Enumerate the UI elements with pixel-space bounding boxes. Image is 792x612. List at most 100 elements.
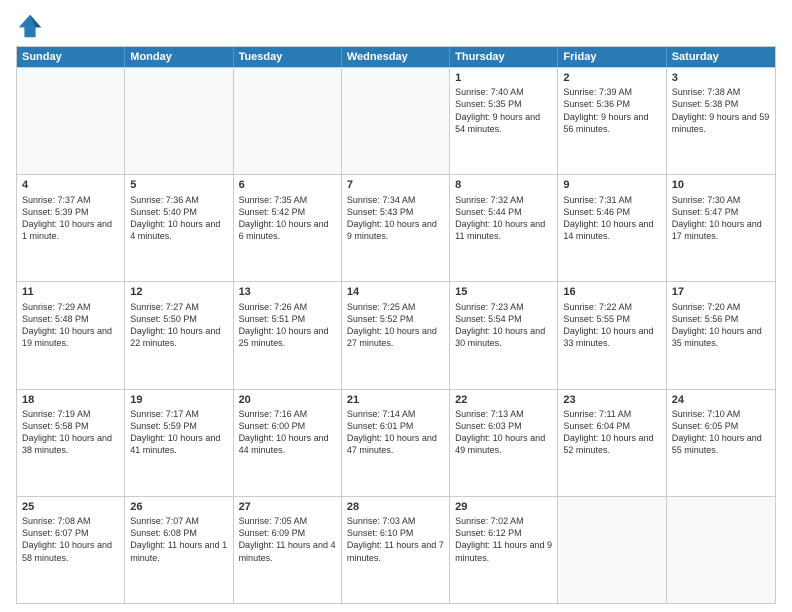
day-cell-empty-0-3	[342, 68, 450, 174]
day-cell-26: 26Sunrise: 7:07 AM Sunset: 6:08 PM Dayli…	[125, 497, 233, 603]
day-info: Sunrise: 7:39 AM Sunset: 5:36 PM Dayligh…	[563, 86, 660, 135]
day-info: Sunrise: 7:16 AM Sunset: 6:00 PM Dayligh…	[239, 408, 336, 457]
day-cell-18: 18Sunrise: 7:19 AM Sunset: 5:58 PM Dayli…	[17, 390, 125, 496]
day-info: Sunrise: 7:13 AM Sunset: 6:03 PM Dayligh…	[455, 408, 552, 457]
day-number: 19	[130, 393, 227, 407]
day-cell-16: 16 Sunrise: 7:22 AM Sunset: 5:55 PM Dayli…	[558, 282, 666, 388]
day-cell-10: 10 Sunrise: 7:30 AM Sunset: 5:47 PM Dayli…	[667, 175, 775, 281]
day-number: 26	[130, 500, 227, 514]
day-cell-28: 28Sunrise: 7:03 AM Sunset: 6:10 PM Dayli…	[342, 497, 450, 603]
day-info: Sunrise: 7:34 AM Sunset: 5:43 PM Dayligh…	[347, 194, 444, 243]
header	[16, 12, 776, 40]
day-info: Sunrise: 7:11 AM Sunset: 6:04 PM Dayligh…	[563, 408, 660, 457]
day-info: Sunrise: 7:07 AM Sunset: 6:08 PM Dayligh…	[130, 515, 227, 564]
day-cell-24: 24Sunrise: 7:10 AM Sunset: 6:05 PM Dayli…	[667, 390, 775, 496]
day-number: 25	[22, 500, 119, 514]
day-number: 27	[239, 500, 336, 514]
day-cell-17: 17 Sunrise: 7:20 AM Sunset: 5:56 PM Dayli…	[667, 282, 775, 388]
day-info: Sunrise: 7:23 AM Sunset: 5:54 PM Dayligh…	[455, 301, 552, 350]
day-info: Sunrise: 7:03 AM Sunset: 6:10 PM Dayligh…	[347, 515, 444, 564]
day-number: 7	[347, 178, 444, 192]
calendar-body: 1Sunrise: 7:40 AM Sunset: 5:35 PM Daylig…	[17, 67, 775, 603]
day-info: Sunrise: 7:08 AM Sunset: 6:07 PM Dayligh…	[22, 515, 119, 564]
day-number: 2	[563, 71, 660, 85]
header-cell-sunday: Sunday	[17, 47, 125, 67]
logo	[16, 12, 48, 40]
day-number: 5	[130, 178, 227, 192]
day-number: 17	[672, 285, 770, 299]
header-cell-monday: Monday	[125, 47, 233, 67]
day-cell-empty-4-5	[558, 497, 666, 603]
day-number: 22	[455, 393, 552, 407]
day-cell-7: 7 Sunrise: 7:34 AM Sunset: 5:43 PM Daylig…	[342, 175, 450, 281]
header-cell-wednesday: Wednesday	[342, 47, 450, 67]
page: SundayMondayTuesdayWednesdayThursdayFrid…	[0, 0, 792, 612]
day-number: 29	[455, 500, 552, 514]
day-info: Sunrise: 7:19 AM Sunset: 5:58 PM Dayligh…	[22, 408, 119, 457]
day-number: 6	[239, 178, 336, 192]
day-info: Sunrise: 7:35 AM Sunset: 5:42 PM Dayligh…	[239, 194, 336, 243]
calendar-row-3: 18Sunrise: 7:19 AM Sunset: 5:58 PM Dayli…	[17, 389, 775, 496]
day-cell-empty-0-1	[125, 68, 233, 174]
day-info: Sunrise: 7:26 AM Sunset: 5:51 PM Dayligh…	[239, 301, 336, 350]
day-number: 11	[22, 285, 119, 299]
header-cell-saturday: Saturday	[667, 47, 775, 67]
day-info: Sunrise: 7:10 AM Sunset: 6:05 PM Dayligh…	[672, 408, 770, 457]
day-cell-empty-0-2	[234, 68, 342, 174]
day-number: 8	[455, 178, 552, 192]
day-info: Sunrise: 7:40 AM Sunset: 5:35 PM Dayligh…	[455, 86, 552, 135]
day-cell-5: 5 Sunrise: 7:36 AM Sunset: 5:40 PM Daylig…	[125, 175, 233, 281]
day-number: 9	[563, 178, 660, 192]
day-cell-15: 15 Sunrise: 7:23 AM Sunset: 5:54 PM Dayli…	[450, 282, 558, 388]
day-cell-29: 29Sunrise: 7:02 AM Sunset: 6:12 PM Dayli…	[450, 497, 558, 603]
day-number: 13	[239, 285, 336, 299]
calendar-header: SundayMondayTuesdayWednesdayThursdayFrid…	[17, 47, 775, 67]
day-info: Sunrise: 7:30 AM Sunset: 5:47 PM Dayligh…	[672, 194, 770, 243]
day-number: 1	[455, 71, 552, 85]
day-number: 20	[239, 393, 336, 407]
day-info: Sunrise: 7:32 AM Sunset: 5:44 PM Dayligh…	[455, 194, 552, 243]
day-cell-14: 14 Sunrise: 7:25 AM Sunset: 5:52 PM Dayli…	[342, 282, 450, 388]
day-number: 15	[455, 285, 552, 299]
day-number: 18	[22, 393, 119, 407]
day-cell-9: 9Sunrise: 7:31 AM Sunset: 5:46 PM Daylig…	[558, 175, 666, 281]
day-cell-1: 1Sunrise: 7:40 AM Sunset: 5:35 PM Daylig…	[450, 68, 558, 174]
day-number: 4	[22, 178, 119, 192]
day-cell-12: 12 Sunrise: 7:27 AM Sunset: 5:50 PM Dayli…	[125, 282, 233, 388]
calendar-row-0: 1Sunrise: 7:40 AM Sunset: 5:35 PM Daylig…	[17, 67, 775, 174]
day-info: Sunrise: 7:05 AM Sunset: 6:09 PM Dayligh…	[239, 515, 336, 564]
day-cell-8: 8 Sunrise: 7:32 AM Sunset: 5:44 PM Daylig…	[450, 175, 558, 281]
calendar-row-1: 4Sunrise: 7:37 AM Sunset: 5:39 PM Daylig…	[17, 174, 775, 281]
day-info: Sunrise: 7:20 AM Sunset: 5:56 PM Dayligh…	[672, 301, 770, 350]
header-cell-tuesday: Tuesday	[234, 47, 342, 67]
day-number: 24	[672, 393, 770, 407]
day-number: 21	[347, 393, 444, 407]
day-info: Sunrise: 7:29 AM Sunset: 5:48 PM Dayligh…	[22, 301, 119, 350]
calendar-row-2: 11 Sunrise: 7:29 AM Sunset: 5:48 PM Dayli…	[17, 281, 775, 388]
day-cell-2: 2Sunrise: 7:39 AM Sunset: 5:36 PM Daylig…	[558, 68, 666, 174]
day-cell-23: 23Sunrise: 7:11 AM Sunset: 6:04 PM Dayli…	[558, 390, 666, 496]
day-cell-27: 27Sunrise: 7:05 AM Sunset: 6:09 PM Dayli…	[234, 497, 342, 603]
day-number: 23	[563, 393, 660, 407]
day-info: Sunrise: 7:14 AM Sunset: 6:01 PM Dayligh…	[347, 408, 444, 457]
day-cell-4: 4Sunrise: 7:37 AM Sunset: 5:39 PM Daylig…	[17, 175, 125, 281]
day-number: 16	[563, 285, 660, 299]
day-number: 14	[347, 285, 444, 299]
day-cell-13: 13 Sunrise: 7:26 AM Sunset: 5:51 PM Dayli…	[234, 282, 342, 388]
day-cell-3: 3Sunrise: 7:38 AM Sunset: 5:38 PM Daylig…	[667, 68, 775, 174]
calendar: SundayMondayTuesdayWednesdayThursdayFrid…	[16, 46, 776, 604]
day-info: Sunrise: 7:27 AM Sunset: 5:50 PM Dayligh…	[130, 301, 227, 350]
day-cell-21: 21Sunrise: 7:14 AM Sunset: 6:01 PM Dayli…	[342, 390, 450, 496]
day-info: Sunrise: 7:36 AM Sunset: 5:40 PM Dayligh…	[130, 194, 227, 243]
day-cell-19: 19Sunrise: 7:17 AM Sunset: 5:59 PM Dayli…	[125, 390, 233, 496]
day-info: Sunrise: 7:22 AM Sunset: 5:55 PM Dayligh…	[563, 301, 660, 350]
calendar-row-4: 25Sunrise: 7:08 AM Sunset: 6:07 PM Dayli…	[17, 496, 775, 603]
day-number: 12	[130, 285, 227, 299]
day-info: Sunrise: 7:17 AM Sunset: 5:59 PM Dayligh…	[130, 408, 227, 457]
day-number: 10	[672, 178, 770, 192]
day-info: Sunrise: 7:02 AM Sunset: 6:12 PM Dayligh…	[455, 515, 552, 564]
day-info: Sunrise: 7:25 AM Sunset: 5:52 PM Dayligh…	[347, 301, 444, 350]
day-info: Sunrise: 7:38 AM Sunset: 5:38 PM Dayligh…	[672, 86, 770, 135]
day-number: 28	[347, 500, 444, 514]
logo-icon	[16, 12, 44, 40]
